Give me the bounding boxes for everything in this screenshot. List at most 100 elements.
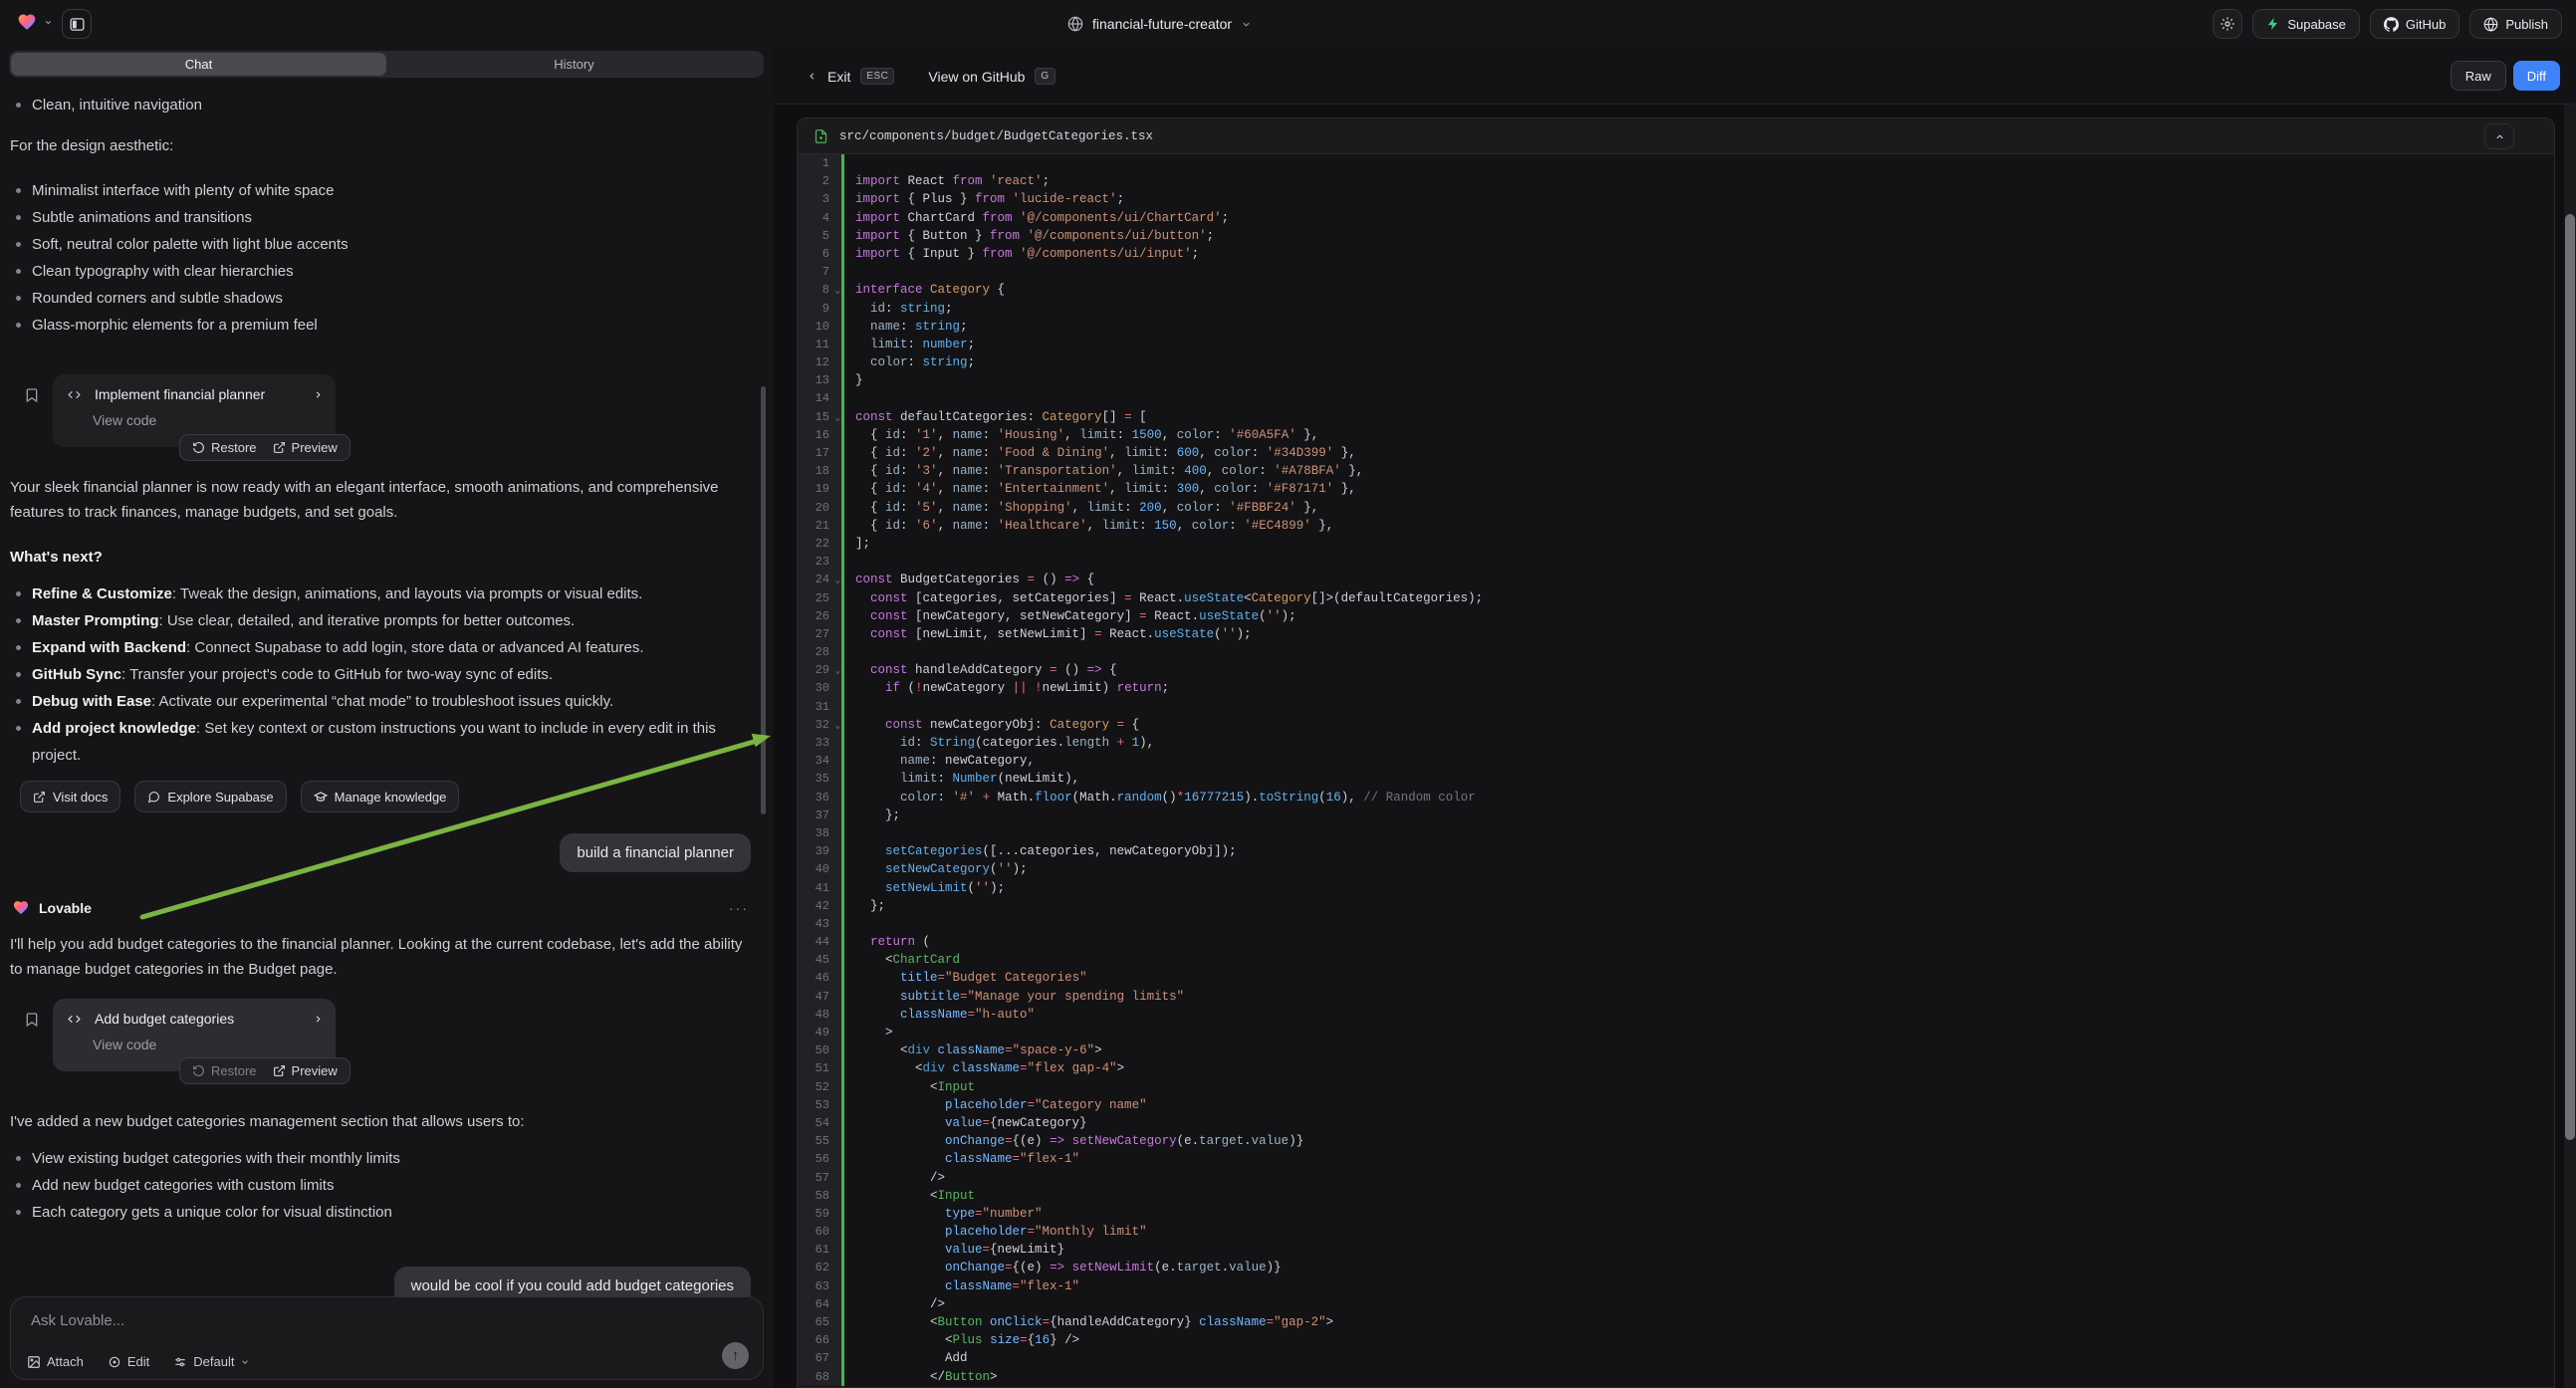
publish-label: Publish [2505, 17, 2548, 32]
manage-knowledge-button[interactable]: Manage knowledge [301, 781, 460, 812]
version-actions: Restore Preview [179, 1057, 351, 1084]
code-line: 67 Add [798, 1349, 2554, 1367]
code-line: 27 const [newLimit, setNewLimit] = React… [798, 625, 2554, 643]
publish-button[interactable]: Publish [2469, 9, 2562, 39]
project-title: financial-future-creator [1092, 16, 1232, 32]
code-line: 2import React from 'react'; [798, 172, 2554, 190]
sidebar-panel-icon [69, 16, 86, 33]
file-diff-card: src/components/budget/BudgetCategories.t… [797, 117, 2555, 1388]
view-code-link[interactable]: View code [93, 1037, 156, 1052]
preview-label: Preview [292, 1063, 338, 1078]
code-line: 51 <div className="flex gap-4"> [798, 1059, 2554, 1077]
message-menu-button[interactable]: ··· [729, 900, 749, 916]
list-item: Debug with Ease: Activate our experiment… [10, 688, 755, 715]
gear-icon [2220, 16, 2235, 32]
code-line: 8⌄interface Category { [798, 281, 2554, 299]
chevron-right-icon [313, 389, 324, 400]
attach-button[interactable]: Attach [27, 1354, 84, 1369]
code-line: 1 [798, 154, 2554, 172]
supabase-button[interactable]: Supabase [2252, 9, 2360, 39]
esc-key-badge: ESC [860, 68, 894, 85]
code-line: 41 setNewLimit(''); [798, 879, 2554, 897]
settings-button[interactable] [2213, 9, 2242, 39]
code-line: 17 { id: '2', name: 'Food & Dining', lim… [798, 444, 2554, 462]
list-item: Add project knowledge: Set key context o… [10, 715, 755, 769]
view-code-link[interactable]: View code [93, 412, 156, 428]
sliders-icon [173, 1355, 187, 1369]
user-message-bubble: build a financial planner [560, 833, 751, 872]
github-label: GitHub [2406, 17, 2446, 32]
project-switcher[interactable]: financial-future-creator [1067, 0, 1252, 48]
toggle-sidebar-button[interactable] [62, 9, 92, 39]
top-bar: financial-future-creator Supabase GitHub… [0, 0, 2576, 48]
github-button[interactable]: GitHub [2370, 9, 2459, 39]
supabase-label: Supabase [2287, 17, 2346, 32]
restore-label: Restore [211, 440, 257, 455]
code-line: 53 placeholder="Category name" [798, 1096, 2554, 1114]
whats-next-heading: What's next? [10, 549, 103, 566]
explore-supabase-button[interactable]: Explore Supabase [134, 781, 286, 812]
code-line: 44 return ( [798, 933, 2554, 951]
restore-button[interactable]: Restore [192, 440, 257, 455]
code-line: 37 }; [798, 807, 2554, 824]
chevron-right-icon [313, 1014, 324, 1025]
added-summary-paragraph: I've added a new budget categories manag… [10, 1109, 755, 1134]
code-line: 49 > [798, 1024, 2554, 1041]
raw-toggle-button[interactable]: Raw [2451, 61, 2506, 91]
chat-input-box[interactable]: Ask Lovable... Attach Edit Default ↑ [10, 1296, 764, 1380]
visit-docs-button[interactable]: Visit docs [20, 781, 120, 812]
code-line: 52 <Input [798, 1078, 2554, 1096]
code-line: 43 [798, 915, 2554, 933]
chat-scrollbar-thumb[interactable] [761, 386, 766, 814]
image-icon [27, 1355, 41, 1369]
explore-supabase-label: Explore Supabase [167, 790, 273, 805]
code-line: 26 const [newCategory, setNewCategory] =… [798, 607, 2554, 625]
tab-history[interactable]: History [386, 53, 762, 76]
code-line: 36 color: '#' + Math.floor(Math.random()… [798, 789, 2554, 807]
code-scrollbar-thumb[interactable] [2565, 214, 2575, 1140]
code-line: 24⌄const BudgetCategories = () => { [798, 571, 2554, 588]
scrolled-bullet-list: Clean, intuitive navigation [10, 92, 752, 118]
message-circle-icon [147, 791, 160, 804]
list-item: Glass-morphic elements for a premium fee… [10, 312, 752, 339]
code-scrollbar-track[interactable] [2564, 105, 2576, 1388]
code-line: 6import { Input } from '@/components/ui/… [798, 245, 2554, 263]
code-line: 20 { id: '5', name: 'Shopping', limit: 2… [798, 499, 2554, 517]
graduation-cap-icon [314, 790, 328, 804]
code-line: 48 className="h-auto" [798, 1006, 2554, 1024]
list-item: Rounded corners and subtle shadows [10, 285, 752, 312]
collapse-file-button[interactable] [2484, 123, 2514, 149]
code-line: 60 placeholder="Monthly limit" [798, 1223, 2554, 1241]
exit-button[interactable]: Exit [827, 69, 850, 85]
external-link-icon [33, 791, 46, 804]
code-line: 18 { id: '3', name: 'Transportation', li… [798, 462, 2554, 480]
preview-button[interactable]: Preview [273, 440, 338, 455]
code-header: Exit ESC View on GitHub G Raw Diff [774, 48, 2576, 105]
external-link-icon [273, 441, 286, 454]
diff-toggle-button[interactable]: Diff [2513, 61, 2560, 91]
restore-icon [192, 1064, 205, 1077]
code-line: 14 [798, 389, 2554, 407]
tab-chat[interactable]: Chat [11, 53, 386, 76]
file-header[interactable]: src/components/budget/BudgetCategories.t… [798, 118, 2554, 154]
edit-button[interactable]: Edit [108, 1354, 149, 1369]
list-item: Clean, intuitive navigation [10, 92, 752, 118]
view-on-github-button[interactable]: View on GitHub [928, 69, 1025, 85]
bookmark-icon[interactable] [24, 385, 40, 405]
code-line: 34 name: newCategory, [798, 752, 2554, 770]
bookmark-icon[interactable] [24, 1010, 40, 1030]
preview-button[interactable]: Preview [273, 1063, 338, 1078]
code-lines: 12import React from 'react';3import { Pl… [798, 154, 2554, 1387]
code-icon [67, 388, 82, 401]
list-item: Clean typography with clear hierarchies [10, 258, 752, 285]
file-path: src/components/budget/BudgetCategories.t… [839, 129, 1153, 143]
lovable-app: financial-future-creator Supabase GitHub… [0, 0, 2576, 1388]
lovable-logo-icon [16, 12, 38, 32]
restore-button[interactable]: Restore [192, 1063, 257, 1078]
target-icon [108, 1355, 121, 1369]
mode-selector[interactable]: Default [173, 1354, 250, 1369]
list-item: Each category gets a unique color for vi… [10, 1199, 755, 1226]
code-line: 13} [798, 371, 2554, 389]
lovable-menu-button[interactable] [16, 12, 53, 32]
send-button[interactable]: ↑ [722, 1342, 749, 1369]
